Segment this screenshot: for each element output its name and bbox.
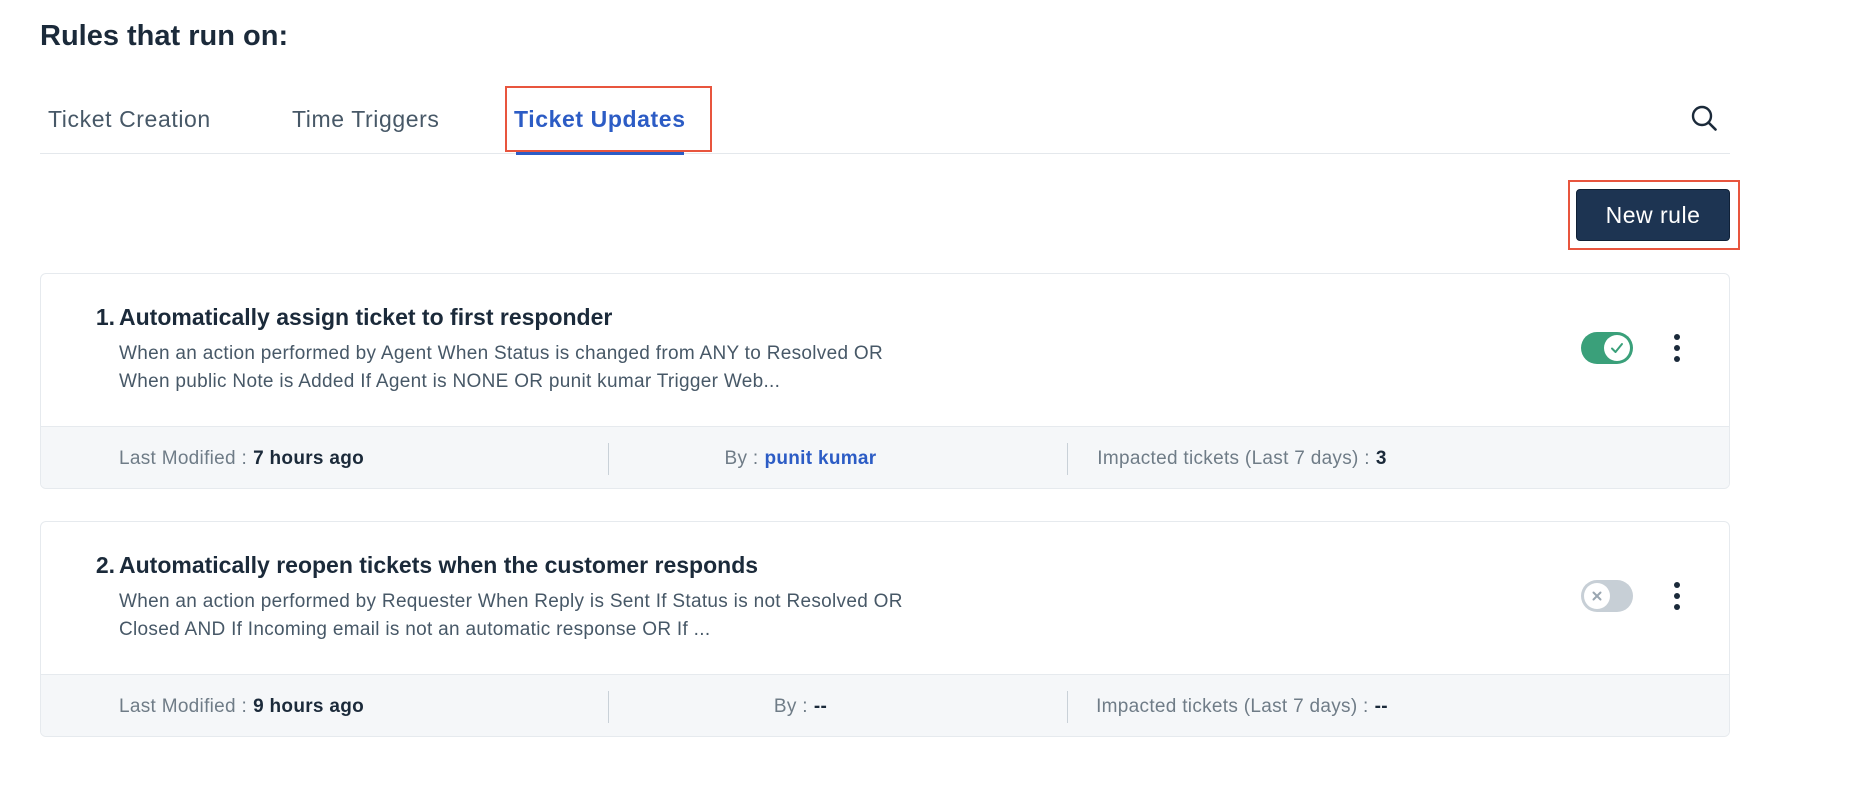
rule-enabled-toggle[interactable]: [1581, 332, 1633, 364]
rule-description-line: When public Note is Added If Agent is NO…: [119, 371, 781, 392]
tab-bar: Ticket Creation Time Triggers Ticket Upd…: [40, 84, 1730, 155]
tab-ticket-creation[interactable]: Ticket Creation: [48, 84, 211, 154]
rule-number: 1.: [95, 304, 115, 330]
rule-description-line: Closed AND If Incoming email is not an a…: [119, 619, 711, 640]
modified-by-label: By :: [724, 448, 759, 469]
more-vertical-icon[interactable]: [1667, 332, 1687, 364]
rule-description-line: When an action performed by Requester Wh…: [119, 591, 903, 612]
rule-card-body[interactable]: 1. Automatically assign ticket to first …: [41, 274, 1729, 426]
last-modified: Last Modified : 9 hours ago: [119, 675, 365, 736]
impacted-tickets: Impacted tickets (Last 7 days) : 3: [1067, 427, 1417, 488]
rule-card-footer: Last Modified : 9 hours ago By : -- Impa…: [41, 674, 1729, 736]
modified-by-label: By :: [773, 696, 808, 717]
rule-title[interactable]: Automatically reopen tickets when the cu…: [119, 552, 758, 579]
rule-number: 2.: [95, 552, 115, 578]
rule-card[interactable]: 2. Automatically reopen tickets when the…: [40, 521, 1730, 737]
rule-title[interactable]: Automatically assign ticket to first res…: [119, 304, 612, 331]
tab-ticket-updates[interactable]: Ticket Updates: [514, 84, 686, 155]
modified-by-link[interactable]: punit kumar: [764, 448, 876, 470]
rule-description-line: When an action performed by Agent When S…: [119, 343, 883, 364]
tab-time-triggers[interactable]: Time Triggers: [292, 84, 440, 154]
last-modified-value: 7 hours ago: [253, 448, 365, 469]
impacted-tickets-value: --: [1374, 696, 1388, 717]
modified-by-value: --: [813, 696, 828, 717]
last-modified-value: 9 hours ago: [253, 696, 365, 717]
last-modified: Last Modified : 7 hours ago: [119, 427, 365, 488]
rule-enabled-toggle[interactable]: [1581, 580, 1633, 612]
impacted-tickets: Impacted tickets (Last 7 days) : --: [1067, 675, 1417, 736]
new-rule-button[interactable]: New rule: [1576, 189, 1730, 241]
impacted-tickets-label: Impacted tickets (Last 7 days) :: [1096, 696, 1369, 717]
rule-card[interactable]: 1. Automatically assign ticket to first …: [40, 273, 1730, 489]
rule-card-body[interactable]: 2. Automatically reopen tickets when the…: [41, 522, 1729, 674]
check-icon: [1604, 335, 1630, 361]
rule-description: When an action performed by Agent When S…: [119, 340, 959, 396]
rule-description: When an action performed by Requester Wh…: [119, 588, 959, 644]
last-modified-label: Last Modified :: [119, 696, 248, 717]
modified-by: By : punit kumar: [608, 427, 993, 488]
last-modified-label: Last Modified :: [119, 448, 248, 469]
impacted-tickets-value: 3: [1375, 448, 1387, 469]
impacted-tickets-label: Impacted tickets (Last 7 days) :: [1097, 448, 1370, 469]
search-icon[interactable]: [1690, 104, 1718, 132]
rule-card-footer: Last Modified : 7 hours ago By : punit k…: [41, 426, 1729, 488]
more-vertical-icon[interactable]: [1667, 580, 1687, 612]
close-icon: [1584, 583, 1610, 609]
page-title: Rules that run on:: [40, 20, 289, 52]
modified-by: By : --: [608, 675, 993, 736]
